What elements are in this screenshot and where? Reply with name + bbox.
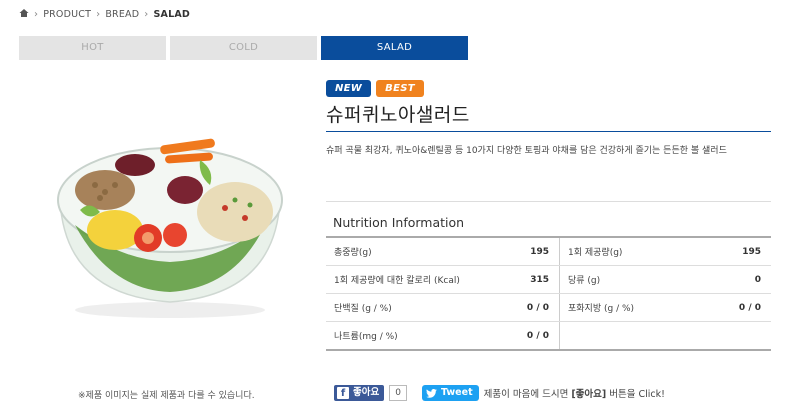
nutrition-table: 총중량(g) 195 1회 제공량(g) 195 1회 제공량에 대한 칼로리 … <box>326 236 771 351</box>
twitter-bird-icon <box>426 388 437 398</box>
breadcrumb: › PRODUCT › BREAD › SALAD <box>19 8 190 21</box>
nutrition-value: 195 <box>711 237 771 266</box>
tab-hot[interactable]: HOT <box>19 36 166 60</box>
nutrition-title: Nutrition Information <box>333 215 465 230</box>
tab-cold[interactable]: COLD <box>170 36 317 60</box>
nutrition-value: 315 <box>499 265 560 294</box>
title-divider <box>326 131 771 132</box>
table-row: 총중량(g) 195 1회 제공량(g) 195 <box>326 237 771 266</box>
breadcrumb-bread[interactable]: BREAD <box>105 9 139 20</box>
product-badges: NEW BEST <box>326 80 424 97</box>
nutrition-value: 0 <box>711 265 771 294</box>
facebook-like-button[interactable]: f 좋아요 <box>334 385 385 401</box>
nutrition-divider <box>326 201 771 202</box>
nutrition-label <box>560 322 712 351</box>
table-row: 나트륨(mg / %) 0 / 0 <box>326 321 771 351</box>
nutrition-value: 0 / 0 <box>499 321 560 350</box>
nutrition-label: 당류 (g) <box>559 265 711 294</box>
tweet-button[interactable]: Tweet <box>421 385 479 401</box>
table-row: 단백질 (g / %) 0 / 0 포화지방 (g / %) 0 / 0 <box>326 293 771 322</box>
product-title: 슈퍼퀴노아샐러드 <box>326 104 470 126</box>
social-share-bar: f 좋아요 0 Tweet 제품이 마음에 드시면 [좋아요] 버튼을 Clic… <box>334 385 665 401</box>
breadcrumb-current: SALAD <box>153 9 190 20</box>
tweet-label: Tweet <box>440 387 473 398</box>
like-label: 좋아요 <box>353 387 380 398</box>
breadcrumb-product[interactable]: PRODUCT <box>43 9 91 20</box>
table-row: 1회 제공량에 대한 칼로리 (Kcal) 315 당류 (g) 0 <box>326 265 771 294</box>
nutrition-label: 나트륨(mg / %) <box>334 332 398 342</box>
chevron-right-icon: › <box>96 9 101 20</box>
category-tabs: HOT COLD SALAD <box>19 36 468 60</box>
image-disclaimer: ※제품 이미지는 실제 제품과 다를 수 있습니다. <box>78 391 255 401</box>
chevron-right-icon: › <box>34 9 39 20</box>
best-badge: BEST <box>376 80 424 97</box>
like-prompt: 제품이 마음에 드시면 [좋아요] 버튼을 Click! <box>483 389 665 400</box>
nutrition-label: 단백질 (g / %) <box>326 293 499 322</box>
nutrition-value <box>711 322 771 351</box>
nutrition-value: 195 <box>499 237 560 266</box>
nutrition-label: 총중량(g) <box>326 237 499 266</box>
chevron-right-icon: › <box>144 9 149 20</box>
nutrition-value: 0 / 0 <box>499 293 560 322</box>
facebook-icon: f <box>337 387 349 399</box>
tab-salad[interactable]: SALAD <box>321 36 468 60</box>
nutrition-label: 포화지방 (g / %) <box>559 293 711 322</box>
home-icon[interactable] <box>19 8 29 21</box>
nutrition-value: 0 / 0 <box>711 293 771 322</box>
product-image <box>57 138 283 318</box>
nutrition-label: 1회 제공량(g) <box>559 237 711 266</box>
like-count: 0 <box>389 385 407 401</box>
product-description: 슈퍼 곡물 최강자, 퀴노아&렌틸콩 등 10가지 다양한 토핑과 야채를 담은… <box>326 146 727 156</box>
new-badge: NEW <box>326 80 372 97</box>
nutrition-label: 1회 제공량에 대한 칼로리 (Kcal) <box>326 265 499 294</box>
